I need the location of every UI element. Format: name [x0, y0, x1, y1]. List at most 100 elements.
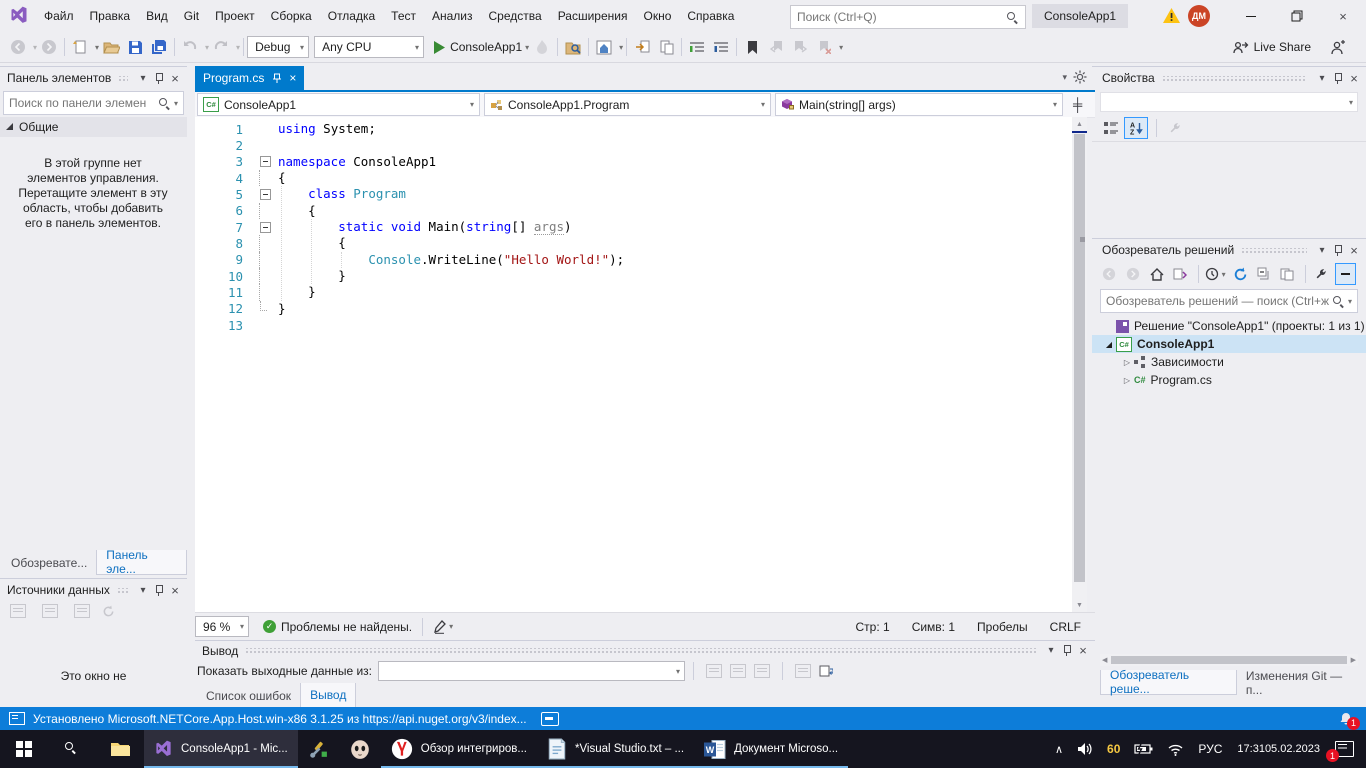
document-pin-icon[interactable]	[272, 73, 282, 84]
code-line-1[interactable]: 1using System;	[195, 121, 1072, 137]
toolbox-section-general[interactable]: Общие	[0, 117, 187, 137]
menu-вид[interactable]: Вид	[138, 0, 176, 32]
new-project-button[interactable]	[69, 35, 91, 59]
next-bookmark-button[interactable]	[789, 35, 811, 59]
menu-анализ[interactable]: Анализ	[424, 0, 481, 32]
minimize-button[interactable]	[1228, 0, 1274, 32]
alphabetical-sort-icon[interactable]: AZ	[1124, 117, 1148, 139]
feedback-icon[interactable]	[1326, 35, 1348, 59]
data-sources-window-menu-icon[interactable]: ▾	[135, 582, 151, 598]
previous-bookmark-button[interactable]	[765, 35, 787, 59]
document-list-dropdown[interactable]: ▾	[1062, 72, 1067, 83]
sync-with-active-document-button[interactable]	[631, 35, 653, 59]
se-switch-views-icon[interactable]	[1171, 264, 1190, 284]
scroll-down-arrow[interactable]: ▼	[1072, 598, 1087, 612]
zoom-select[interactable]: 96 %▾	[195, 616, 249, 637]
output-close-icon[interactable]	[1075, 643, 1091, 659]
network-icon[interactable]	[1160, 730, 1191, 768]
tree-item-csfile[interactable]: ▷C#Program.cs	[1092, 371, 1366, 389]
properties-close-icon[interactable]	[1346, 70, 1362, 86]
status-whitespace[interactable]: Пробелы	[977, 620, 1028, 634]
document-close-icon[interactable]: ×	[289, 71, 296, 85]
tab-error-list[interactable]: Список ошибок	[197, 684, 300, 708]
output-window-menu-icon[interactable]: ▾	[1043, 643, 1059, 659]
navigate-back-dropdown[interactable]: ▾	[33, 43, 37, 52]
notifications-bell-icon[interactable]: 1	[1338, 711, 1354, 727]
taskbar-task-isaac[interactable]	[339, 730, 381, 768]
nav-project-select[interactable]: C# ConsoleApp1 ▾	[197, 93, 480, 116]
toolbar-options-dropdown[interactable]: ▾	[839, 43, 843, 52]
add-data-source-icon[interactable]	[10, 604, 26, 618]
status-line-ending[interactable]: CRLF	[1050, 620, 1081, 634]
tray-volume-level[interactable]: 60	[1100, 730, 1127, 768]
output-pin-icon[interactable]	[1059, 643, 1075, 659]
navigate-back-button[interactable]	[7, 35, 29, 59]
account-button[interactable]: ConsoleApp1	[1032, 4, 1128, 28]
code-editor[interactable]: 1using System;23namespace ConsoleApp14{5…	[195, 117, 1072, 612]
se-properties-wrench-icon[interactable]	[1312, 264, 1331, 284]
solution-platform-select[interactable]: Any CPU▾	[314, 36, 424, 58]
menu-сборка[interactable]: Сборка	[263, 0, 320, 32]
menu-окно[interactable]: Окно	[635, 0, 679, 32]
nav-member-select[interactable]: Main(string[] args) ▾	[775, 93, 1063, 116]
code-line-3[interactable]: 3namespace ConsoleApp1	[195, 154, 1072, 170]
find-in-files-button[interactable]	[562, 35, 584, 59]
taskbar-task-tools[interactable]	[298, 730, 339, 768]
tab-git-changes[interactable]: Изменения Git — п...	[1237, 671, 1366, 695]
properties-pin-icon[interactable]	[1330, 70, 1346, 86]
hot-reload-icon[interactable]	[531, 35, 553, 59]
previous-message-icon[interactable]	[730, 664, 746, 678]
menu-справка[interactable]: Справка	[679, 0, 742, 32]
word-wrap-icon[interactable]	[819, 665, 833, 677]
split-editor-icon[interactable]: ╪	[1073, 97, 1082, 112]
tab-program-cs[interactable]: Program.cs ×	[195, 66, 304, 90]
tab-output[interactable]: Вывод	[300, 683, 356, 708]
decrease-indent-icon[interactable]	[686, 35, 708, 59]
clear-bookmarks-button[interactable]	[813, 35, 835, 59]
menu-расширения[interactable]: Расширения	[550, 0, 636, 32]
solution-explorer-home-button[interactable]	[593, 35, 615, 59]
code-cleanup-pen-icon[interactable]	[433, 620, 446, 634]
solution-configuration-select[interactable]: Debug▾	[247, 36, 309, 58]
tab-solution-explorer[interactable]: Обозреватель реше...	[1100, 670, 1237, 695]
taskbar-task-notepad[interactable]: *Visual Studio.txt – ...	[537, 730, 694, 768]
solution-explorer-pin-icon[interactable]	[1330, 242, 1346, 258]
next-message-icon[interactable]	[754, 664, 770, 678]
menu-правка[interactable]: Правка	[82, 0, 139, 32]
editor-vertical-scrollbar[interactable]: ▲ ▼	[1072, 117, 1087, 612]
home-dropdown[interactable]: ▾	[619, 43, 623, 52]
output-source-select[interactable]: ▾	[378, 661, 685, 681]
menu-средства[interactable]: Средства	[481, 0, 550, 32]
save-all-button[interactable]	[148, 35, 170, 59]
output-window-icon[interactable]	[9, 712, 25, 725]
se-forward-icon[interactable]	[1124, 264, 1143, 284]
file-explorer-button[interactable]	[96, 730, 144, 768]
tree-expander-icon[interactable]: ▷	[1120, 358, 1134, 367]
tab-solution-explorer-left[interactable]: Обозревате...	[2, 551, 96, 575]
start-button[interactable]	[0, 730, 48, 768]
se-back-icon[interactable]	[1100, 264, 1119, 284]
code-line-9[interactable]: 9 Console.WriteLine("Hello World!");	[195, 252, 1072, 268]
fold-gutter[interactable]	[243, 154, 275, 170]
taskbar-task-visual-studio[interactable]: ConsoleApp1 - Mic...	[144, 730, 298, 768]
scroll-up-arrow[interactable]: ▲	[1072, 117, 1087, 131]
solution-explorer-search-input[interactable]: Обозреватель решений — поиск (Ctrl+ж ▾	[1100, 289, 1358, 313]
redo-button[interactable]	[210, 35, 232, 59]
undo-dropdown[interactable]: ▾	[205, 43, 209, 52]
code-line-10[interactable]: 10 }	[195, 268, 1072, 284]
collapse-all-icon[interactable]	[1254, 264, 1273, 284]
configure-data-source-icon[interactable]	[74, 604, 90, 618]
menu-файл[interactable]: Файл	[36, 0, 82, 32]
solution-explorer-close-icon[interactable]	[1346, 242, 1362, 258]
avatar[interactable]: ДМ	[1188, 5, 1210, 27]
clear-output-icon[interactable]	[795, 664, 811, 678]
show-all-files-icon[interactable]	[1278, 264, 1297, 284]
code-line-4[interactable]: 4{	[195, 170, 1072, 186]
taskbar-task-word[interactable]: WДокумент Microso...	[694, 730, 848, 768]
toolbox-close-icon[interactable]	[167, 70, 183, 86]
copy-structure-button[interactable]	[655, 35, 677, 59]
code-line-8[interactable]: 8 {	[195, 235, 1072, 251]
tree-expander-icon[interactable]: ▷	[1120, 376, 1134, 385]
solution-explorer-window-menu-icon[interactable]: ▾	[1314, 242, 1330, 258]
start-debug-button[interactable]: ConsoleApp1 ▾	[434, 35, 529, 59]
